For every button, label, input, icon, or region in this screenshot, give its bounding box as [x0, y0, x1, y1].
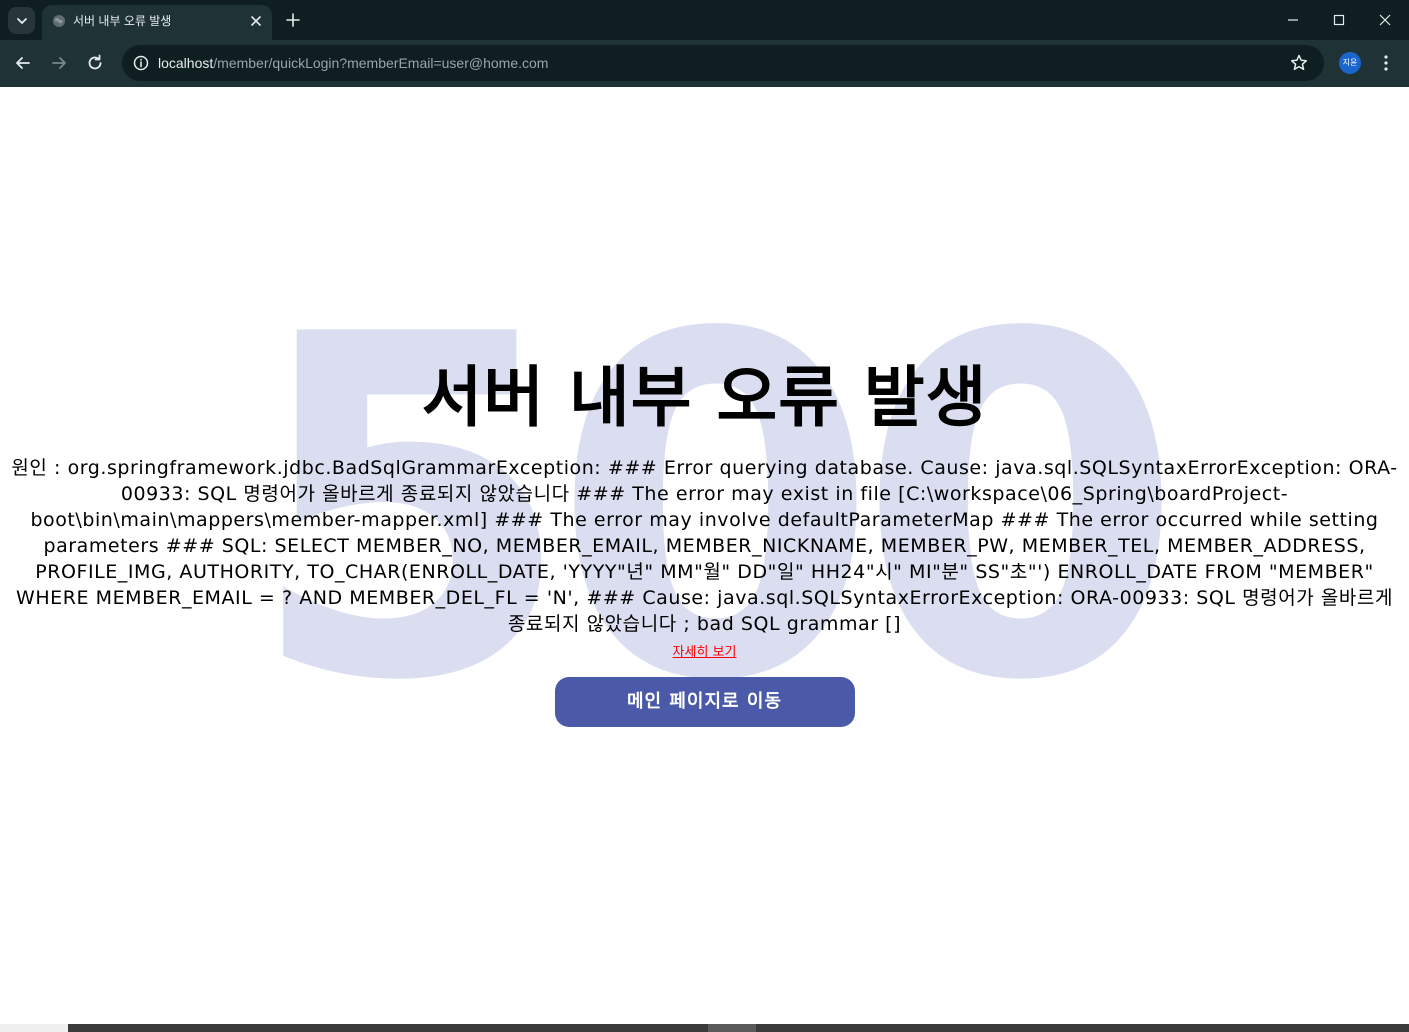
taskbar-strip: [0, 1024, 1409, 1032]
tab-search-button[interactable]: [8, 7, 35, 34]
url-host: localhost: [158, 55, 214, 71]
tab-title: 서버 내부 오류 발생: [73, 14, 172, 28]
address-bar[interactable]: localhost/member/quickLogin?memberEmail=…: [122, 45, 1324, 81]
chevron-down-icon: [16, 17, 27, 24]
more-options-icon[interactable]: [1376, 52, 1396, 74]
globe-icon: [53, 15, 65, 27]
go-main-page-button[interactable]: 메인 페이지로 이동: [554, 677, 855, 727]
bookmark-star-icon[interactable]: [1289, 53, 1309, 73]
url-text[interactable]: localhost/member/quickLogin?memberEmail=…: [158, 54, 548, 72]
main-button-wrapper: 메인 페이지로 이동: [10, 677, 1399, 727]
maximize-icon[interactable]: [1327, 8, 1351, 32]
browser-tab[interactable]: 서버 내부 오류 발생: [42, 5, 272, 40]
window-close-icon[interactable]: [1373, 8, 1397, 32]
view-details-link[interactable]: 자세히 보기: [673, 644, 737, 662]
back-arrow-icon[interactable]: [12, 52, 34, 74]
reload-icon[interactable]: [84, 52, 106, 74]
error-cause-text: 원인 : org.springframework.jdbc.BadSqlGram…: [11, 457, 1398, 635]
minimize-icon[interactable]: [1281, 8, 1305, 32]
tab-strip: 서버 내부 오류 발생: [0, 0, 1409, 40]
taskbar-left-segment: [0, 1024, 68, 1032]
profile-avatar[interactable]: 지윤: [1339, 52, 1361, 74]
close-icon[interactable]: [248, 13, 264, 29]
page-title: 서버 내부 오류 발생: [421, 359, 988, 436]
page-viewport: 500 서버 내부 오류 발생 원인 : org.springframework…: [0, 87, 1409, 1024]
url-path: /member/quickLogin?memberEmail=user@home…: [213, 55, 549, 71]
forward-arrow-icon[interactable]: [48, 52, 70, 74]
plus-icon[interactable]: [284, 11, 302, 29]
info-icon[interactable]: [132, 54, 150, 72]
error-content: 서버 내부 오류 발생 원인 : org.springframework.jdb…: [10, 353, 1399, 727]
browser-toolbar: localhost/member/quickLogin?memberEmail=…: [0, 40, 1409, 87]
taskbar-thumb: [708, 1024, 756, 1032]
